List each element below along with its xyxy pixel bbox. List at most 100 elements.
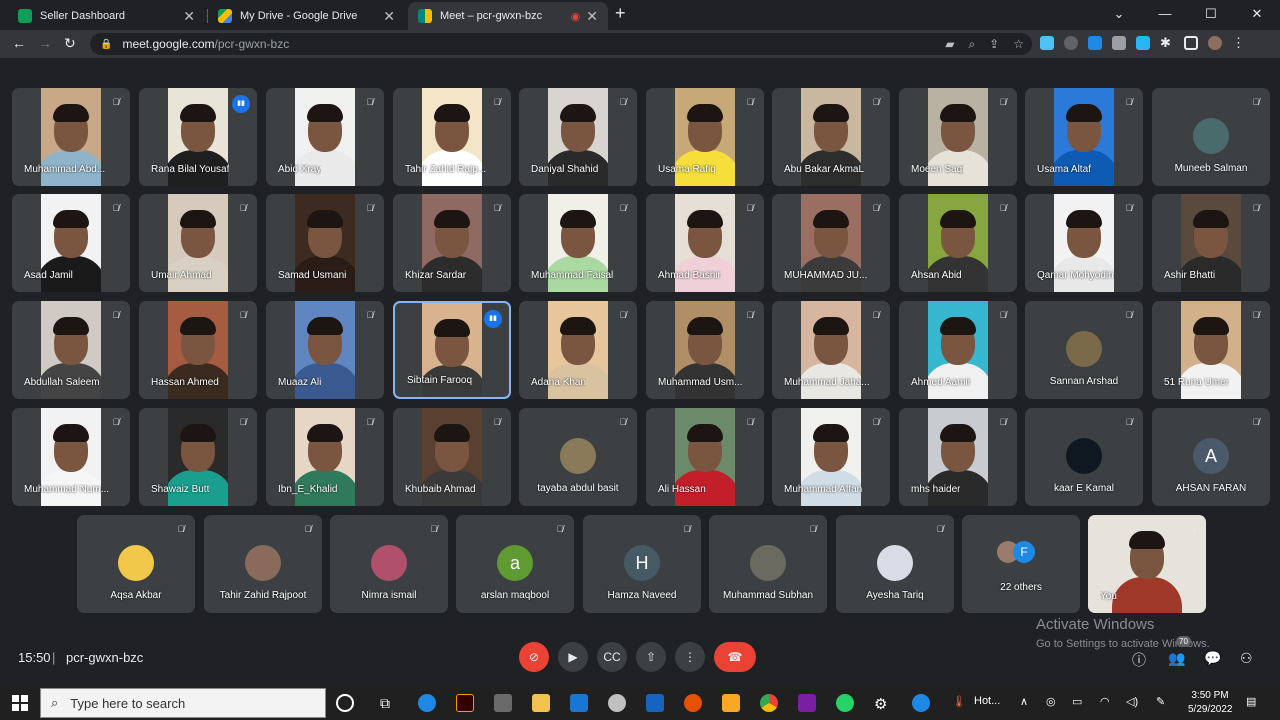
participant-tile[interactable]: Muhammad Faisal 🎙̸ [519,194,637,292]
participant-tile[interactable]: Samad Usmani 🎙̸ [266,194,384,292]
participant-tile[interactable]: Ibn_E_Khalid 🎙̸ [266,408,384,506]
participant-tile[interactable]: MUHAMMAD JU... 🎙̸ [772,194,890,292]
participant-tile[interactable]: Usama Rafiq 🎙̸ [646,88,764,186]
participant-tile[interactable]: Khubaib Ahmad 🎙̸ [393,408,511,506]
cortana-icon[interactable] [336,694,354,712]
participant-tile[interactable]: Abdullah Saleem 🎙̸ [12,301,130,399]
app-icon[interactable] [646,694,664,712]
share-icon[interactable]: ⇪ [989,37,999,52]
participant-tile[interactable]: F 22 others [962,515,1080,613]
participant-tile[interactable]: a arslan maqbool 🎙̸ [456,515,574,613]
close-tab-icon[interactable]: ✕ [383,8,395,25]
extension-icon[interactable] [1136,36,1150,50]
chrome-icon[interactable] [760,694,778,712]
participant-tile[interactable]: Muneeb Salman 🎙̸ [1152,88,1270,186]
weather-text[interactable]: Hot... [974,695,1000,707]
illustrator-icon[interactable] [456,694,474,712]
participant-tile[interactable]: Ahmed Aamir 🎙̸ [899,301,1017,399]
zoom-icon[interactable]: ⌕ [968,37,975,52]
visual-studio-icon[interactable] [798,694,816,712]
participant-tile[interactable]: Abid Xray 🎙̸ [266,88,384,186]
participant-tile[interactable]: A AHSAN FARAN 🎙̸ [1152,408,1270,506]
task-view-icon[interactable]: ⧉ [380,695,390,712]
participant-tile[interactable]: Ayesha Tariq 🎙̸ [836,515,954,613]
tab-seller-dashboard[interactable]: Seller Dashboard ✕ [8,2,205,30]
participant-tile[interactable]: Daniyal Shahid 🎙̸ [519,88,637,186]
file-explorer-icon[interactable] [722,694,740,712]
reload-icon[interactable]: ↻ [64,35,76,52]
participant-tile[interactable]: 51 Runa Umer 🎙̸ [1152,301,1270,399]
kebab-menu-icon[interactable]: ⋮ [1232,36,1246,50]
participant-tile[interactable]: H Hamza Naveed 🎙̸ [583,515,701,613]
participant-tile[interactable]: Tahir Zahid Rajpoot 🎙̸ [204,515,322,613]
windows-start-icon[interactable] [12,695,28,711]
puzzle-extensions-icon[interactable]: ✱ [1160,36,1174,50]
participant-tile[interactable]: Muhammad Abd... 🎙̸ [12,88,130,186]
taskbar-clock[interactable]: 3:50 PM 5/29/2022 [1188,689,1233,717]
participant-tile[interactable]: Muhammad Affan 🎙̸ [772,408,890,506]
store-icon[interactable] [494,694,512,712]
mic-off-button[interactable]: ⊘ [519,642,549,672]
participant-tile[interactable]: Muhammad Jaha... 🎙̸ [772,301,890,399]
participant-tile[interactable]: mhs haider 🎙̸ [899,408,1017,506]
app-icon[interactable] [532,694,550,712]
participant-tile[interactable]: Ahsan Abid 🎙̸ [899,194,1017,292]
participant-tile[interactable]: Khizar Sardar 🎙̸ [393,194,511,292]
activities-icon[interactable]: ⚇ [1240,650,1253,667]
pen-icon[interactable]: ✎ [1156,695,1165,708]
minimize-icon[interactable]: — [1142,0,1188,28]
participant-tile[interactable]: Ahmad Bashir 🎙̸ [646,194,764,292]
captions-button[interactable]: CC [597,642,627,672]
side-panel-icon[interactable] [1184,36,1198,50]
whatsapp-icon[interactable] [836,694,854,712]
participant-tile[interactable]: Muhammad Subhan 🎙̸ [709,515,827,613]
mail-icon[interactable] [570,694,588,712]
address-bar[interactable]: 🔒 meet.google.com /pcr-gwxn-bzc ▰ ⌕ ⇪ ☆ [90,33,1032,55]
participant-tile[interactable]: Usama Altaf 🎙̸ [1025,88,1143,186]
self-video-tile[interactable]: You 🎙̸ [1088,515,1206,613]
tab-google-drive[interactable]: My Drive - Google Drive ✕ [208,2,405,30]
participant-tile[interactable]: Moeen Saqi 🎙̸ [899,88,1017,186]
people-icon[interactable]: 👥 [1168,650,1185,667]
meeting-details-info-icon[interactable]: ⓘ [1132,650,1146,670]
extension-icon[interactable] [1088,36,1102,50]
participant-tile[interactable]: Abu Bakar AkmaL 🎙̸ [772,88,890,186]
camera-button[interactable]: ▶ [558,642,588,672]
battery-icon[interactable]: ▭ [1072,695,1082,708]
participant-tile[interactable]: kaar E Kamal 🎙̸ [1025,408,1143,506]
more-options-button[interactable]: ⋮ [675,642,705,672]
extension-icon[interactable] [1064,36,1078,50]
participant-tile[interactable]: Rana Bilal Yousaf ▮▮ [139,88,257,186]
settings-gear-icon[interactable]: ⚙ [874,695,887,713]
present-screen-button[interactable]: ⇧ [636,642,666,672]
participant-tile[interactable]: Umair Ahmad 🎙̸ [139,194,257,292]
new-tab-plus-icon[interactable]: + [615,3,626,24]
participant-tile[interactable]: tayaba abdul basit 🎙̸ [519,408,637,506]
show-hidden-icons-chevron-icon[interactable]: ∧ [1020,695,1028,708]
forward-arrow-icon[interactable]: → [38,35,52,51]
participant-tile[interactable]: Ashir Bhatti 🎙̸ [1152,194,1270,292]
extension-icon[interactable] [1040,36,1054,50]
close-tab-icon[interactable]: ✕ [183,8,195,25]
help-icon[interactable] [912,694,930,712]
chat-icon[interactable]: 💬 [1204,650,1221,667]
maximize-icon[interactable]: ☐ [1188,0,1234,28]
close-tab-icon[interactable]: ✕ [586,8,598,25]
participant-tile[interactable]: Muhammad Num... 🎙̸ [12,408,130,506]
close-window-icon[interactable]: ✕ [1234,0,1280,28]
participant-tile[interactable]: Muhammad Usm... 🎙̸ [646,301,764,399]
participant-tile[interactable]: Nimra ismail 🎙̸ [330,515,448,613]
bookmark-star-icon[interactable]: ☆ [1013,37,1024,52]
participant-tile[interactable]: Asad Jamil 🎙̸ [12,194,130,292]
camera-in-use-icon[interactable]: ▰ [945,37,954,52]
tab-meet[interactable]: Meet – pcr-gwxn-bzc ◉ ✕ [408,2,608,30]
participant-tile[interactable]: Aqsa Akbar 🎙̸ [77,515,195,613]
profile-avatar[interactable] [1208,36,1222,50]
extension-icon[interactable] [1112,36,1126,50]
app-icon[interactable] [608,694,626,712]
back-arrow-icon[interactable]: ← [12,35,26,51]
participant-tile[interactable]: Ali Hassan 🎙̸ [646,408,764,506]
notifications-icon[interactable]: ▤ [1246,695,1256,708]
participant-tile[interactable]: Shawaiz Butt 🎙̸ [139,408,257,506]
volume-icon[interactable]: ◁) [1126,695,1138,708]
